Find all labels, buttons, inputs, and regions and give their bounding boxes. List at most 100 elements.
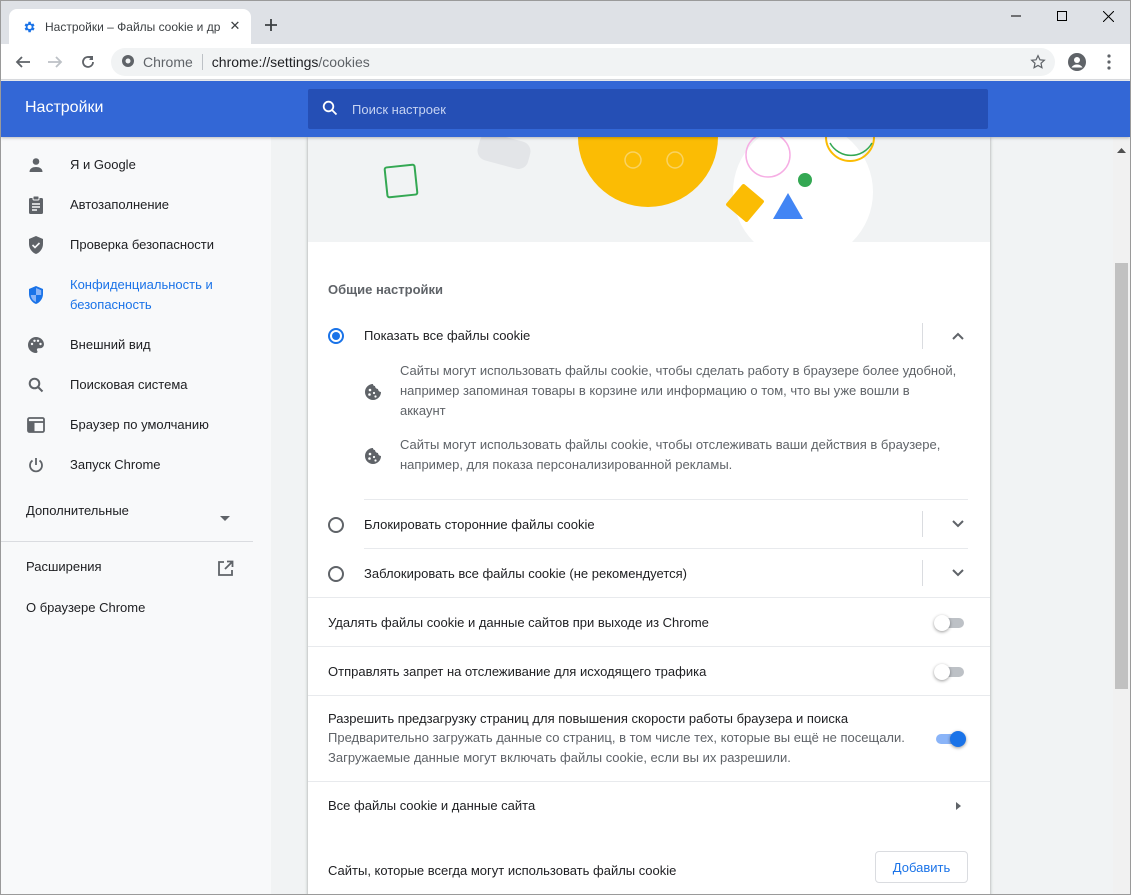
cookie-description-1: Сайты могут использовать файлы cookie, ч…: [400, 361, 970, 421]
all-cookies-label: Все файлы cookie и данные сайта: [328, 798, 536, 813]
do-not-track-toggle[interactable]: [934, 664, 966, 680]
person-icon: [26, 155, 46, 175]
browser-toolbar: Chrome chrome://settings/cookies: [1, 44, 1130, 80]
open-external-icon: [217, 560, 234, 580]
search-input[interactable]: [352, 101, 952, 117]
scroll-thumb[interactable]: [1115, 263, 1128, 689]
about-label: О браузере Chrome: [26, 600, 146, 615]
radio-block-third-party[interactable]: Блокировать сторонние файлы cookie: [308, 500, 990, 548]
radio-block-all-cookies[interactable]: Заблокировать все файлы cookie (не реком…: [308, 549, 990, 597]
toggle-knob: [934, 664, 950, 680]
minimize-icon[interactable]: [993, 1, 1039, 31]
sidebar-item-label: Проверка безопасности: [70, 237, 215, 252]
sidebar-item-about[interactable]: О браузере Chrome: [1, 599, 253, 621]
sidebar-item-label: Запуск Chrome: [70, 457, 161, 472]
description-line: Сайты могут использовать файлы cookie, ч…: [400, 437, 941, 452]
url-path: /cookies: [318, 54, 370, 70]
extensions-label: Расширения: [26, 559, 102, 574]
description-line: например запоминая товары в корзине или …: [400, 383, 910, 398]
maximize-icon[interactable]: [1039, 1, 1085, 31]
palette-icon: [26, 335, 46, 355]
cookies-illustration: [308, 137, 990, 242]
sidebar-item-label: Я и Google: [70, 157, 136, 172]
all-cookies-row[interactable]: Все файлы cookie и данные сайта: [308, 782, 990, 830]
close-window-icon[interactable]: [1085, 1, 1130, 31]
expand-separator: [922, 560, 923, 586]
omnibox-separator: [201, 54, 203, 70]
sidebar-item-appearance[interactable]: Внешний вид: [1, 333, 253, 357]
chevron-down-icon[interactable]: [948, 514, 968, 534]
radio-label: Показать все файлы cookie: [364, 328, 531, 343]
browser-icon: [26, 415, 46, 435]
do-not-track-label: Отправлять запрет на отслеживание для ис…: [328, 664, 707, 679]
sidebar-item-default-browser[interactable]: Браузер по умолчанию: [1, 413, 253, 437]
active-tab[interactable]: Настройки – Файлы cookie и др ✕: [9, 9, 251, 44]
sidebar-item-safety-check[interactable]: Проверка безопасности: [1, 233, 253, 257]
sidebar-item-autofill[interactable]: Автозаполнение: [1, 193, 253, 217]
page-scrollbar[interactable]: [1113, 137, 1130, 894]
bookmark-star-icon[interactable]: [1029, 53, 1047, 71]
arrow-right-icon[interactable]: [952, 800, 964, 812]
clear-on-exit-toggle[interactable]: [934, 615, 966, 631]
sidebar-item-label: Браузер по умолчанию: [70, 417, 209, 432]
general-settings-title: Общие настройки: [328, 282, 443, 297]
omnibox-site-label: Chrome: [143, 54, 193, 70]
expand-separator: [922, 511, 923, 537]
sidebar-item-search-engine[interactable]: Поисковая система: [1, 373, 253, 397]
caret-down-icon: [220, 510, 230, 525]
back-arrow-icon[interactable]: [10, 49, 36, 75]
search-icon: [26, 375, 46, 395]
settings-gear-icon: [21, 19, 37, 35]
advanced-label: Дополнительные: [26, 503, 129, 518]
sidebar-item-label-line1: Конфиденциальность и: [70, 277, 213, 292]
tab-strip: Настройки – Файлы cookie и др ✕: [1, 1, 1130, 44]
sidebar-item-label: Внешний вид: [70, 337, 151, 352]
always-allow-title: Сайты, которые всегда могут использовать…: [328, 863, 677, 878]
preload-sub-line2: Загружаемые данные могут включать файлы …: [328, 750, 791, 765]
sidebar-advanced-toggle[interactable]: Дополнительные: [1, 502, 253, 524]
preload-toggle[interactable]: [934, 731, 966, 747]
settings-header: Настройки: [1, 81, 1130, 137]
chevron-down-icon[interactable]: [948, 563, 968, 583]
close-tab-icon[interactable]: ✕: [227, 18, 243, 34]
settings-title: Настройки: [25, 99, 104, 116]
sidebar-item-you-and-google[interactable]: Я и Google: [1, 153, 253, 177]
sidebar-item-label: Автозаполнение: [70, 197, 170, 212]
sidebar: Я и Google Автозаполнение Проверка безоп…: [1, 137, 271, 894]
radio-button[interactable]: [328, 566, 344, 582]
sidebar-item-privacy[interactable]: Конфиденциальность и безопасность: [1, 273, 253, 317]
address-bar[interactable]: Chrome chrome://settings/cookies: [111, 48, 1055, 76]
description-line: например, для показа персонализированной…: [400, 457, 733, 472]
radio-allow-all-cookies[interactable]: Показать все файлы cookie: [308, 312, 990, 360]
omnibox-url: chrome://settings/cookies: [212, 54, 370, 70]
radio-button[interactable]: [328, 517, 344, 533]
cookie-icon: [364, 447, 382, 465]
sidebar-item-on-startup[interactable]: Запуск Chrome: [1, 453, 253, 477]
settings-search[interactable]: [308, 89, 988, 129]
forward-arrow-icon[interactable]: [42, 49, 68, 75]
profile-avatar-icon[interactable]: [1064, 49, 1090, 75]
sidebar-item-extensions[interactable]: Расширения: [1, 558, 253, 580]
privacy-shield-icon: [26, 285, 46, 305]
clipboard-icon: [26, 195, 46, 215]
new-tab-plus-icon[interactable]: [261, 15, 281, 35]
cookie-description-2: Сайты могут использовать файлы cookie, ч…: [400, 435, 970, 475]
tab-title: Настройки – Файлы cookie и др: [45, 19, 221, 34]
radio-button-checked[interactable]: [328, 328, 344, 344]
reload-icon[interactable]: [75, 49, 101, 75]
scroll-up-arrow-icon[interactable]: [1117, 141, 1126, 153]
browser-window: Настройки – Файлы cookie и др ✕ Chrome c…: [0, 0, 1131, 895]
sidebar-item-label-line2: безопасность: [70, 297, 152, 312]
sidebar-item-label: Поисковая система: [70, 377, 188, 392]
shield-check-icon: [26, 235, 46, 255]
menu-kebab-icon[interactable]: [1096, 49, 1122, 75]
add-site-button[interactable]: Добавить: [875, 851, 968, 883]
divider: [308, 695, 990, 696]
cookies-settings-card: Общие настройки Показать все файлы cooki…: [308, 137, 990, 894]
toggle-knob: [934, 615, 950, 631]
chevron-up-icon[interactable]: [948, 326, 968, 346]
search-icon: [322, 100, 338, 119]
preload-sub-line1: Предварительно загружать данные со стран…: [328, 730, 905, 745]
description-line: аккаунт: [400, 403, 446, 418]
clear-on-exit-label: Удалять файлы cookie и данные сайтов при…: [328, 615, 709, 630]
